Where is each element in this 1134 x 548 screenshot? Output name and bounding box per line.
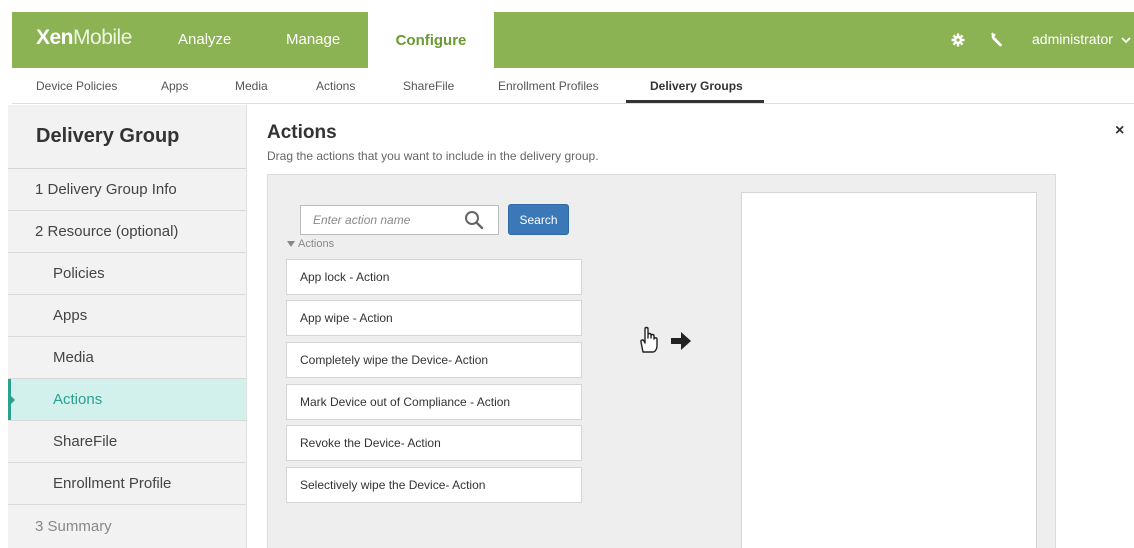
xenmobile-logo[interactable]: XenMobile [36,26,132,50]
wrench-icon[interactable] [988,30,1008,50]
user-name: administrator [1032,31,1113,47]
sidebar-item-actions[interactable]: Actions [8,379,246,421]
subnav-sharefile[interactable]: ShareFile [403,79,454,93]
subnav-device-policies[interactable]: Device Policies [36,79,117,93]
close-icon[interactable]: × [1115,122,1124,140]
sidebar-item-media[interactable]: Media [8,337,246,379]
topnav-analyze[interactable]: Analyze [178,31,231,48]
topnav-manage[interactable]: Manage [286,31,340,48]
action-item-app-wipe[interactable]: App wipe - Action [286,300,582,336]
page-subtitle: Drag the actions that you want to includ… [267,149,599,163]
search-input[interactable] [301,206,461,234]
action-item-selectively-wipe[interactable]: Selectively wipe the Device- Action [286,467,582,503]
wizard-sidebar: Delivery Group 1 Delivery Group Info 2 R… [8,105,247,548]
page-title: Actions [267,122,337,143]
sidebar-item-summary[interactable]: 3 Summary [8,505,246,547]
topnav-configure[interactable]: Configure [368,12,494,68]
subnav-delivery-groups[interactable]: Delivery Groups [650,79,743,93]
user-menu[interactable]: administrator [1032,31,1131,47]
sidebar-item-policies[interactable]: Policies [8,253,246,295]
actions-group-label: Actions [298,238,335,250]
hand-pointer-icon [640,326,691,353]
subnav-media[interactable]: Media [235,79,268,93]
subnav-apps[interactable]: Apps [161,79,188,93]
action-item-revoke[interactable]: Revoke the Device- Action [286,425,582,461]
sidebar-item-enrollment-profile[interactable]: Enrollment Profile [8,463,246,505]
active-tab-indicator [626,100,764,103]
drag-hint [637,324,693,356]
sub-nav: Device Policies Apps Media Actions Share… [12,68,1134,104]
sidebar-item-resource[interactable]: 2 Resource (optional) [8,211,246,253]
subnav-enrollment-profiles[interactable]: Enrollment Profiles [498,79,599,93]
actions-group-toggle[interactable]: Actions [287,238,334,250]
sidebar-item-sharefile[interactable]: ShareFile [8,421,246,463]
chevron-down-icon [1121,37,1131,44]
sidebar-title: Delivery Group [8,105,246,169]
sidebar-item-apps[interactable]: Apps [8,295,246,337]
action-item-mark-out-of-compliance[interactable]: Mark Device out of Compliance - Action [286,384,582,420]
search-icon[interactable] [463,209,485,231]
top-bar: XenMobile Analyze Manage Configure admin… [12,12,1134,68]
action-item-completely-wipe[interactable]: Completely wipe the Device- Action [286,342,582,378]
selected-actions-drop-zone[interactable] [741,192,1037,548]
subnav-actions[interactable]: Actions [316,79,355,93]
sidebar-item-delivery-group-info[interactable]: 1 Delivery Group Info [8,169,246,211]
action-item-app-lock[interactable]: App lock - Action [286,259,582,295]
caret-down-icon [287,241,295,248]
search-button[interactable]: Search [508,204,569,235]
gear-icon[interactable] [948,30,968,50]
